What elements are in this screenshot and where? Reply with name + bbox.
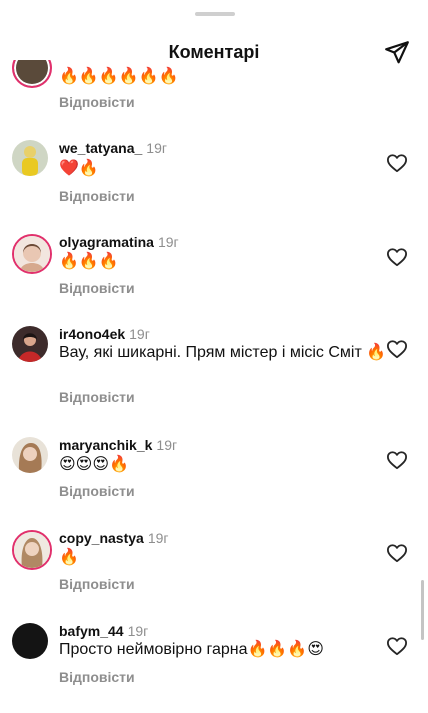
like-heart-icon[interactable] [386, 339, 408, 359]
comment-text: ❤️🔥 [59, 158, 99, 177]
avatar[interactable] [12, 530, 52, 570]
reply-button[interactable]: Відповісти [59, 280, 135, 296]
reply-button[interactable]: Відповісти [59, 483, 135, 499]
like-heart-icon[interactable] [386, 247, 408, 267]
avatar[interactable] [12, 326, 48, 362]
avatar[interactable] [12, 60, 52, 88]
comment-username[interactable]: bafym_44 19г [59, 623, 148, 639]
like-heart-icon[interactable] [386, 636, 408, 656]
comment-text: 🔥 [59, 547, 79, 566]
comment-username[interactable]: olyagramatina 19г [59, 234, 179, 250]
comment-text: Просто неймовірно гарна🔥🔥🔥😍 [59, 641, 324, 658]
avatar[interactable] [12, 437, 48, 473]
comment-username[interactable]: we_tatyana_ 19г [59, 140, 167, 156]
comment-text: Вау, які шикарні. Прям містер і місіс См… [59, 344, 387, 361]
sheet-grabber[interactable] [195, 12, 235, 16]
scrollbar[interactable] [421, 580, 424, 640]
comment-time: 19г [127, 623, 149, 639]
reply-button[interactable]: Відповісти [59, 669, 135, 685]
comment-time: 19г [147, 530, 169, 546]
reply-button[interactable]: Відповісти [59, 389, 135, 405]
comment-username[interactable]: ir4ono4ek 19г [59, 326, 150, 342]
comment-time: 19г [146, 140, 167, 156]
like-heart-icon[interactable] [386, 450, 408, 470]
comment-text: 😍😍😍🔥 [59, 454, 129, 473]
comment-time: 19г [156, 437, 178, 453]
reply-button[interactable]: Відповісти [59, 188, 135, 204]
comment-username[interactable]: copy_nastya 19г [59, 530, 169, 546]
comment-text: 🔥🔥🔥 [59, 251, 119, 270]
avatar[interactable] [12, 140, 48, 176]
avatar[interactable] [12, 234, 52, 274]
comments-list[interactable]: 🔥🔥🔥🔥🔥🔥 Відповісти we_tatyana_ 19г ❤️🔥 Від… [0, 60, 428, 713]
comment-text: 🔥🔥🔥🔥🔥🔥 [59, 66, 179, 85]
like-heart-icon[interactable] [386, 153, 408, 173]
reply-button[interactable]: Відповісти [59, 94, 135, 110]
comment-time: 19г [157, 234, 179, 250]
avatar[interactable] [12, 623, 48, 659]
comment-username[interactable]: maryanchik_k 19г [59, 437, 177, 453]
comment-time: 19г [129, 326, 150, 342]
like-heart-icon[interactable] [386, 543, 408, 563]
comments-sheet: Коментарі 🔥🔥🔥🔥🔥🔥 Відповісти we_tatyana_ 1… [0, 0, 428, 713]
reply-button[interactable]: Відповісти [59, 576, 135, 592]
